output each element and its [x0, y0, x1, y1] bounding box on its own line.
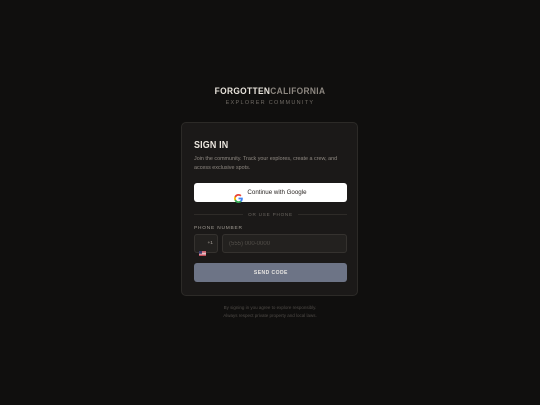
- or-divider: OR USE PHONE: [194, 210, 348, 218]
- send-code-label: SEND CODE: [253, 269, 288, 276]
- brand-logo: FORGOTTENCALIFORNIA: [32, 86, 507, 97]
- page: FORGOTTENCALIFORNIA EXPLORER COMMUNITY S…: [0, 0, 540, 405]
- us-flag-icon: [199, 241, 206, 256]
- legal-line-1: By signing in you agree to explore respo…: [223, 305, 317, 310]
- brand-tagline: EXPLORER COMMUNITY: [225, 100, 315, 106]
- legal-line-2: Always respect private property and loca…: [223, 312, 317, 318]
- legal-notice: By signing in you agree to explore respo…: [0, 304, 540, 319]
- send-code-button[interactable]: SEND CODE: [194, 263, 347, 282]
- continue-with-google-button[interactable]: Continue with Google: [194, 183, 347, 203]
- brand-name-secondary: CALIFORNIA: [270, 86, 326, 97]
- divider-line-right: [297, 213, 348, 215]
- divider-line-left: [194, 213, 244, 215]
- brand-name-primary: FORGOTTEN: [214, 86, 271, 97]
- signin-card: SIGN IN Join the community. Track your e…: [181, 122, 358, 296]
- signin-description: Join the community. Track your explores,…: [194, 156, 338, 171]
- country-code-select[interactable]: +1: [194, 234, 218, 256]
- country-code-value: +1: [207, 241, 213, 246]
- phone-number-label: PHONE NUMBER: [194, 226, 243, 231]
- google-icon: [234, 188, 244, 203]
- divider-text: OR USE PHONE: [248, 211, 293, 217]
- google-button-label: Continue with Google: [247, 189, 307, 196]
- phone-number-input[interactable]: [222, 234, 347, 253]
- signin-title: SIGN IN: [194, 139, 229, 151]
